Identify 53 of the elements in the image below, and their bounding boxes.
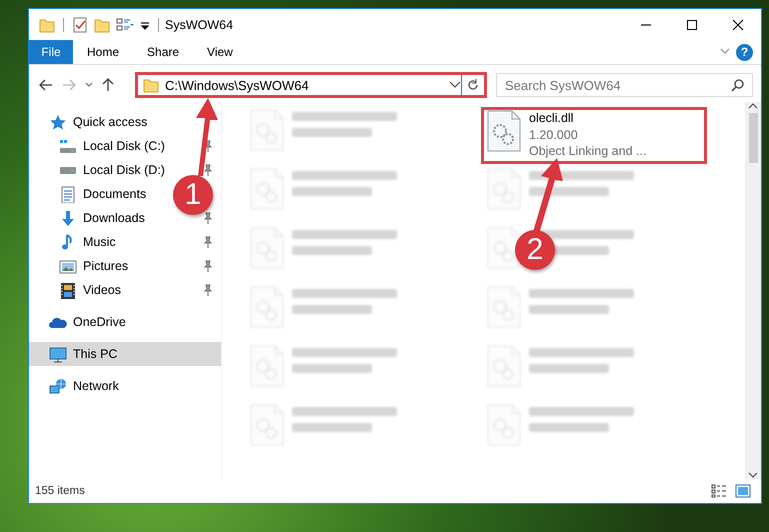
dropdown-chevron-icon[interactable] [449,81,461,89]
search-field[interactable]: Search SysWOW64 [496,73,753,97]
nav-item[interactable]: Quick access [73,115,148,129]
file-description: Object Linking and ... [529,143,646,160]
item-count: 155 items [35,485,85,497]
properties-check-icon[interactable] [72,16,88,32]
properties-icon[interactable] [116,16,134,32]
window-title: SysWOW64 [165,18,234,32]
details-view-icon[interactable] [711,484,727,498]
close-icon[interactable] [732,18,744,30]
address-bar[interactable]: C:\Windows\SysWOW64 [135,72,487,98]
back-arrow-icon[interactable] [39,79,53,91]
network-icon [49,378,67,394]
nav-item[interactable]: Pictures [83,259,128,273]
large-icons-view-icon[interactable] [735,484,751,498]
nav-item[interactable]: Network [73,379,119,393]
nav-item[interactable]: This PC [73,347,118,361]
recent-dropdown-icon[interactable] [85,82,93,88]
drive-icon [59,138,77,154]
maximize-icon[interactable] [686,18,698,30]
monitor-icon [49,346,67,362]
ribbon-tab[interactable]: Home [73,40,134,64]
up-arrow-icon[interactable] [102,78,114,92]
file-item[interactable]: olecli.dll 1.20.000 Object Linking and ... [481,107,707,164]
star-icon [49,114,67,130]
scrollbar-thumb[interactable] [748,113,758,163]
nav-item[interactable]: Documents [83,187,146,201]
film-icon [59,282,77,298]
gear-file-icon [487,110,521,152]
help-button[interactable]: ? [736,44,753,60]
nav-item[interactable]: OneDrive [73,315,126,329]
down-arrow-icon [59,210,77,226]
nav-item[interactable]: Local Disk (D:) [83,163,165,177]
ribbon-tab[interactable]: Share [133,40,194,64]
folder-icon [143,77,159,93]
scroll-up-icon[interactable] [748,102,758,110]
nav-item[interactable]: Downloads [83,211,145,225]
expand-ribbon-icon[interactable] [720,48,730,56]
search-icon [731,78,744,92]
refresh-icon[interactable] [467,79,479,91]
nav-item[interactable]: Local Disk (C:) [83,139,165,153]
file-menu-tab[interactable]: File [29,40,73,64]
vertical-scrollbar[interactable] [745,102,761,479]
file-name: olecli.dll [529,110,574,126]
scroll-down-icon[interactable] [748,471,758,479]
ribbon-tab[interactable]: View [193,40,247,64]
picture-icon [59,258,77,274]
gear-file-icon [487,227,521,269]
drive-icon [59,166,77,174]
nav-item[interactable]: Music [83,235,116,249]
file-version: 1.20.000 [529,126,579,143]
nav-item[interactable]: Videos [83,283,121,297]
document-icon [59,186,77,202]
